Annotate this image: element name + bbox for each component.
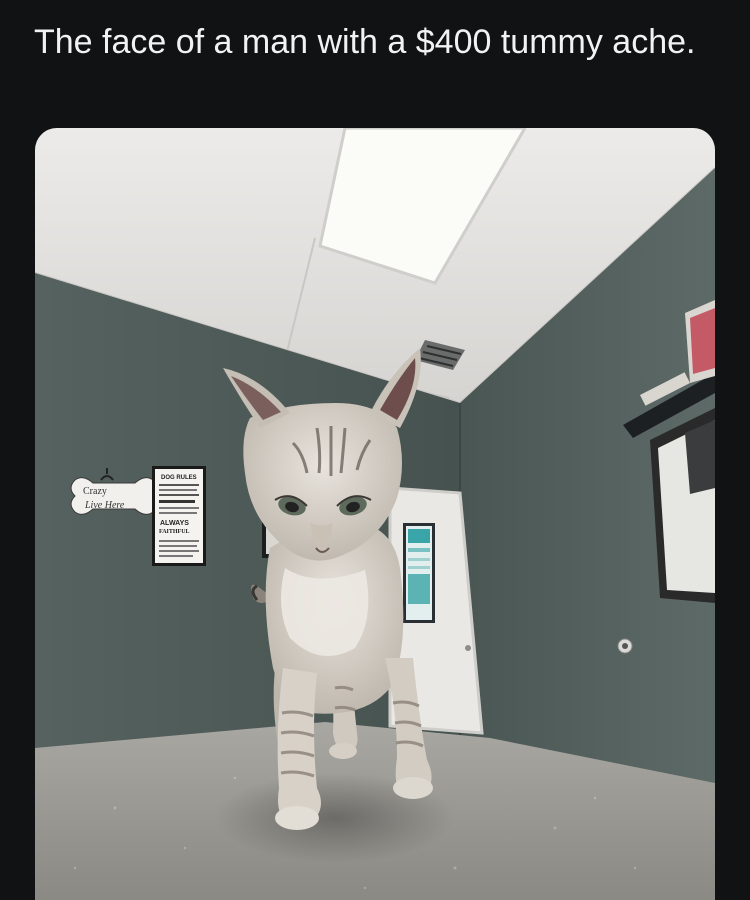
dog-rules-title: DOG RULES [161, 475, 197, 481]
crazy-dog-sign-line2: Live Here [84, 500, 125, 511]
dog-rules-sign: DOG RULES ALWAYS FAITHFUL [152, 466, 206, 566]
post-caption: The face of a man with a $400 tummy ache… [34, 23, 696, 61]
right-wall-frame [650, 408, 715, 603]
dog-rules-always: ALWAYS [160, 520, 189, 527]
vet-room-cat-photo: Crazy Live Here DOG RULES ALWAYS FAITHFU… [35, 128, 715, 900]
crazy-dog-sign-line1: Crazy [83, 486, 107, 497]
dog-rules-faithful: FAITHFUL [159, 529, 190, 535]
post-photo[interactable]: Crazy Live Here DOG RULES ALWAYS FAITHFU… [35, 128, 715, 900]
